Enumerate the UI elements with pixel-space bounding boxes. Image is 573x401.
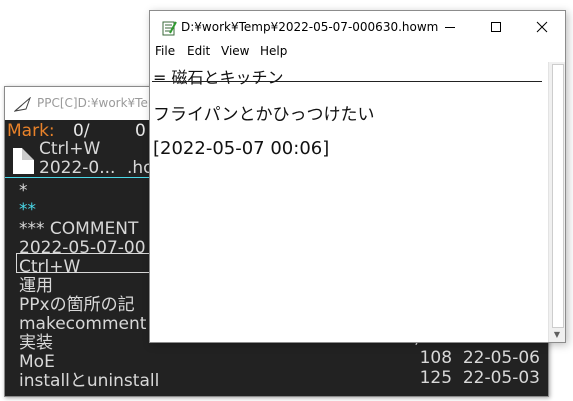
menu-edit[interactable]: Edit: [187, 44, 210, 58]
menu-bar: File Edit View Help: [150, 42, 565, 62]
ppc-app-icon: [14, 97, 31, 112]
close-icon: [536, 21, 548, 32]
ppc-title: PPC[C]D:¥work¥Temp: [37, 96, 168, 110]
close-button[interactable]: [519, 11, 565, 42]
heading-underline: [152, 81, 542, 82]
ppc-entry[interactable]: 運用: [19, 276, 53, 296]
info-name: Ctrl+W: [39, 139, 101, 159]
timestamp-line: [2022-05-07 00:06]: [153, 138, 330, 159]
ppc-entry[interactable]: *** COMMENT: [19, 219, 138, 239]
ppc-entry[interactable]: makecomment: [19, 314, 146, 334]
ppc-entry[interactable]: 実装: [19, 333, 53, 353]
editor-window: D:¥work¥Temp¥2022-05-07-000630.howm File…: [149, 10, 566, 343]
notepad-icon: [162, 21, 177, 36]
mark-label: Mark:: [7, 121, 55, 141]
file-icon: [13, 148, 34, 174]
editor-titlebar[interactable]: D:¥work¥Temp¥2022-05-07-000630.howm: [150, 11, 565, 42]
menu-file[interactable]: File: [155, 44, 175, 58]
mark-count: 0/: [73, 121, 90, 141]
ppc-entry[interactable]: PPxの箇所の記: [19, 295, 135, 315]
info-date: 2022-0...: [39, 158, 116, 178]
ppc-entry[interactable]: MoE: [19, 352, 55, 372]
ppc-entry[interactable]: **: [19, 200, 36, 220]
ppc-entry[interactable]: *: [19, 181, 28, 201]
vertical-scrollbar[interactable]: ▼: [548, 62, 565, 342]
menu-help[interactable]: Help: [260, 44, 287, 58]
maximize-button[interactable]: [473, 11, 519, 42]
text-edit-area[interactable]: = 磁石とキッチン フライパンとかひっつけたい [2022-05-07 00:0…: [150, 62, 549, 342]
scrollbar-thumb[interactable]: [552, 64, 564, 328]
body-line: フライパンとかひっつけたい: [153, 105, 375, 125]
menu-view[interactable]: View: [221, 44, 249, 58]
scroll-down-arrow-icon[interactable]: ▼: [549, 328, 565, 342]
mark-extra: 0: [135, 121, 146, 141]
right-row-3: 125 22-05-03: [419, 368, 540, 388]
right-row-2: 108 22-05-06: [419, 348, 540, 368]
maximize-icon: [491, 21, 501, 32]
editor-title: D:¥work¥Temp¥2022-05-07-000630.howm: [181, 20, 439, 34]
heading-line: = 磁石とキッチン: [153, 68, 284, 87]
ppc-entry[interactable]: installとuninstall: [19, 371, 159, 391]
minimize-icon: [445, 26, 455, 28]
cursor-box: [16, 253, 158, 273]
minimize-button[interactable]: [427, 11, 473, 42]
